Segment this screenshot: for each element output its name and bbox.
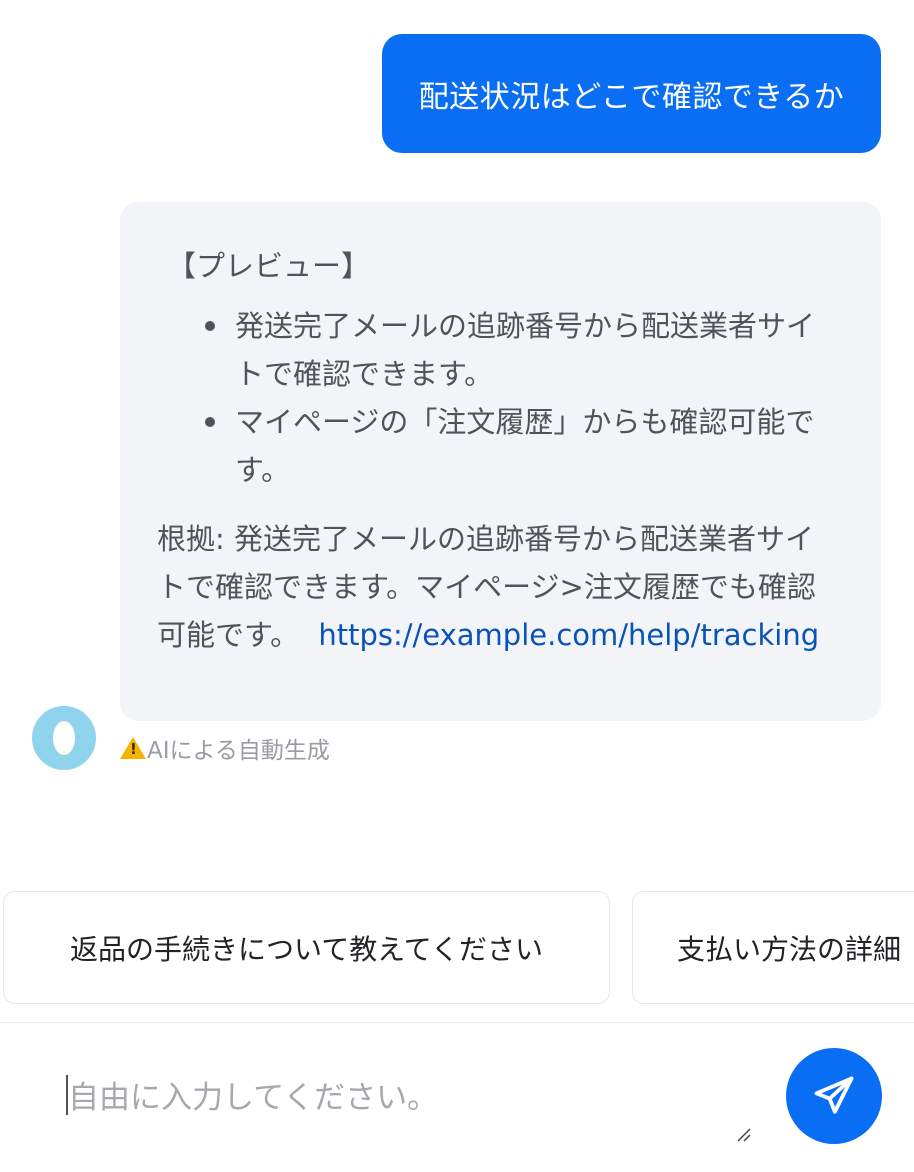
bullet-icon — [205, 417, 215, 427]
text-caret — [66, 1075, 68, 1115]
user-message-bubble: 配送状況はどこで確認できるか — [382, 34, 881, 153]
composer-divider — [0, 1022, 914, 1023]
warning-icon — [120, 737, 146, 759]
suggestion-chip[interactable]: 返品の手続きについて教えてください — [3, 891, 610, 1004]
bot-preview-title: 【プレビュー】 — [167, 249, 371, 283]
message-input[interactable] — [62, 1066, 752, 1146]
chat-page: 配送状況はどこで確認できるか 【プレビュー】 発送完了メールの追跡番号から配送業… — [0, 0, 914, 1172]
suggestion-chip-label: 返品の手続きについて教えてください — [70, 932, 543, 966]
avatar-logo-icon — [53, 721, 75, 755]
bot-answer-item: マイページの「注文履歴」からも確認可能です。 — [205, 398, 841, 494]
user-message-text: 配送状況はどこで確認できるか — [418, 79, 845, 115]
ai-disclaimer: AIによる自動生成 — [120, 731, 330, 765]
basis-link[interactable]: https://example.com/help/tracking — [318, 618, 819, 652]
suggestion-chip[interactable]: 支払い方法の詳細 — [632, 891, 914, 1004]
bot-basis: 根拠: 発送完了メールの追跡番号から配送業者サイトで確認できます。マイページ>注… — [157, 515, 841, 659]
bot-message-bubble: 【プレビュー】 発送完了メールの追跡番号から配送業者サイトで確認できます。 マイ… — [120, 202, 881, 721]
bot-answer-list: 発送完了メールの追跡番号から配送業者サイトで確認できます。 マイページの「注文履… — [157, 302, 841, 494]
paper-plane-icon — [814, 1076, 854, 1114]
suggestion-chip-label: 支払い方法の詳細 — [677, 932, 902, 966]
ai-disclaimer-text: AIによる自動生成 — [147, 738, 330, 764]
bullet-icon — [205, 321, 215, 331]
bot-answer-item-text: 発送完了メールの追跡番号から配送業者サイトで確認できます。 — [235, 309, 816, 391]
send-button[interactable] — [786, 1048, 882, 1144]
bot-avatar — [32, 706, 96, 770]
bot-answer-item: 発送完了メールの追跡番号から配送業者サイトで確認できます。 — [205, 302, 841, 398]
bot-answer-item-text: マイページの「注文履歴」からも確認可能です。 — [235, 405, 815, 487]
resize-handle-icon[interactable] — [736, 1127, 752, 1143]
